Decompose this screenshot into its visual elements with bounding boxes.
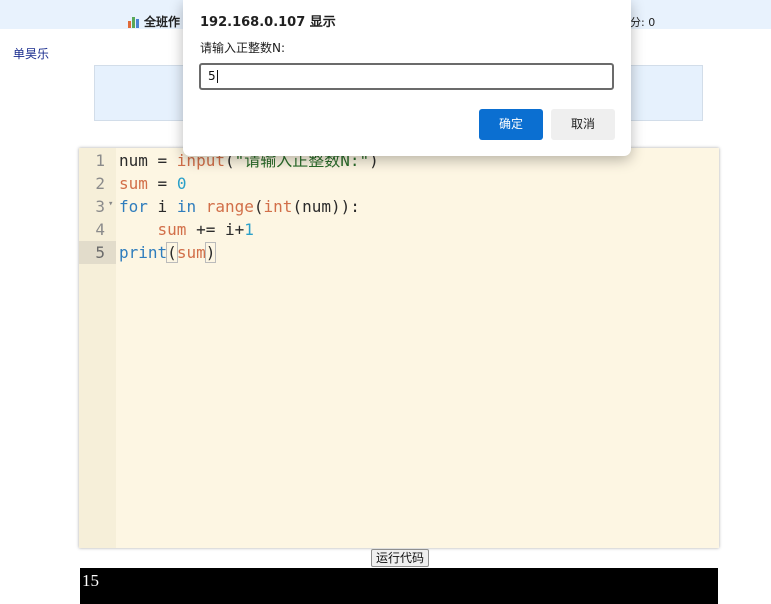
text-caret (216, 70, 218, 83)
code-line: 2 sum = 0 (79, 172, 719, 195)
line-number: 4 (95, 220, 105, 239)
line-number: 2 (95, 174, 105, 193)
prompt-dialog: 192.168.0.107 显示 请输入正整数N: 5 确定 取消 (183, 0, 631, 156)
prompt-input[interactable]: 5 (199, 63, 614, 90)
score-label: 分: 0 (630, 16, 656, 29)
class-assignments-label: 全班作 (144, 15, 181, 29)
user-name-link[interactable]: 单昊乐 (13, 45, 49, 62)
code-line-text: sum += i+1 (157, 220, 254, 239)
ok-button[interactable]: 确定 (479, 109, 543, 140)
bar-chart-icon (128, 16, 141, 28)
dialog-message: 请输入正整数N: (200, 41, 286, 55)
code-line-text: for i in range(int(num)): (119, 197, 360, 216)
code-line-text: print(sum) (119, 242, 217, 263)
fold-arrow-icon[interactable]: ▾ (108, 193, 113, 216)
prompt-input-value: 5 (208, 69, 216, 83)
code-editor[interactable]: 1 num = input("请输入正整数N:") 2 sum = 0 3 ▾ … (79, 148, 719, 548)
output-console: 15 (80, 568, 718, 604)
code-line: 4 sum += i+1 (79, 218, 719, 241)
code-line: 3 ▾ for i in range(int(num)): (79, 195, 719, 218)
line-number: 5 (79, 241, 116, 264)
cancel-button[interactable]: 取消 (551, 109, 615, 140)
code-line-text: sum = 0 (119, 174, 187, 193)
dialog-title: 192.168.0.107 显示 (200, 15, 336, 30)
code-line: 5 print(sum) (79, 241, 719, 264)
line-number: 3 (95, 197, 105, 216)
class-assignments-link[interactable]: 全班作 (128, 13, 180, 30)
run-code-button[interactable]: 运行代码 (371, 549, 430, 567)
line-number: 1 (95, 151, 105, 170)
